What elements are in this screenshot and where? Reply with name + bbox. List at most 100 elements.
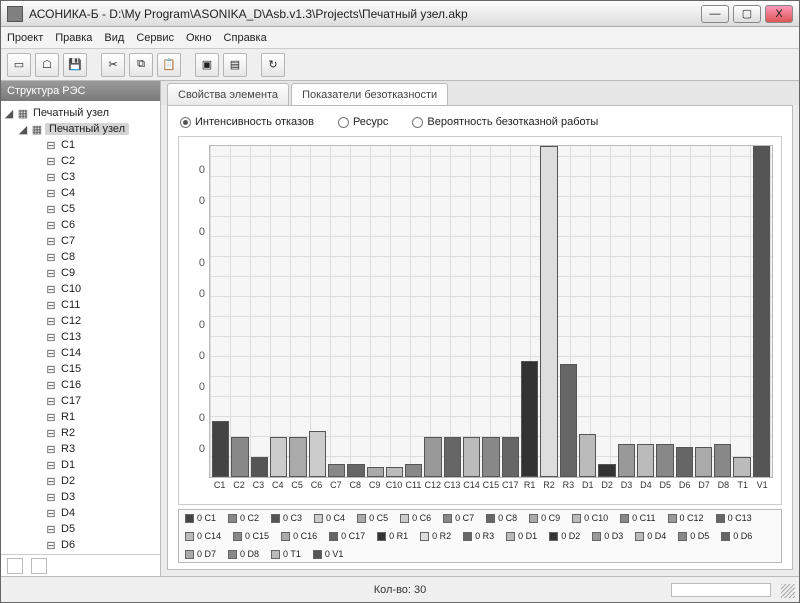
bar-C4[interactable] bbox=[270, 437, 287, 477]
bar-R2[interactable] bbox=[540, 146, 557, 477]
tab-properties[interactable]: Свойства элемента bbox=[167, 83, 289, 105]
tree-node-icon: ⊟ bbox=[43, 283, 59, 296]
tree-node[interactable]: ◢▦Печатный узел bbox=[3, 121, 158, 137]
bar-T1[interactable] bbox=[733, 457, 750, 477]
bar-D8[interactable] bbox=[714, 444, 731, 477]
resize-grip-icon[interactable] bbox=[781, 584, 795, 598]
bar-C10[interactable] bbox=[386, 467, 403, 477]
menu-service[interactable]: Сервис bbox=[136, 32, 174, 44]
tree-leaf-C13[interactable]: ⊟C13 bbox=[3, 329, 158, 345]
bar-C2[interactable] bbox=[231, 437, 248, 477]
bar-R3[interactable] bbox=[560, 364, 577, 477]
tree-label: R3 bbox=[59, 443, 75, 455]
tree-leaf-C11[interactable]: ⊟C11 bbox=[3, 297, 158, 313]
tree-leaf-C15[interactable]: ⊟C15 bbox=[3, 361, 158, 377]
tree-leaf-D6[interactable]: ⊟D6 bbox=[3, 537, 158, 553]
tree-leaf-C6[interactable]: ⊟C6 bbox=[3, 217, 158, 233]
view-a-icon[interactable]: ▣ bbox=[195, 53, 219, 77]
tree-leaf-D4[interactable]: ⊟D4 bbox=[3, 505, 158, 521]
tree-leaf-C3[interactable]: ⊟C3 bbox=[3, 169, 158, 185]
bar-D7[interactable] bbox=[695, 447, 712, 477]
bar-D1[interactable] bbox=[579, 434, 596, 477]
bar-R1[interactable] bbox=[521, 361, 538, 477]
tree-leaf-C8[interactable]: ⊟C8 bbox=[3, 249, 158, 265]
bar-D6[interactable] bbox=[676, 447, 693, 477]
bar-D4[interactable] bbox=[637, 444, 654, 477]
paste-icon[interactable]: 📋 bbox=[157, 53, 181, 77]
bar-C14[interactable] bbox=[463, 437, 480, 477]
tree-leaf-C16[interactable]: ⊟C16 bbox=[3, 377, 158, 393]
bar-C7[interactable] bbox=[328, 464, 345, 477]
tree-leaf-D3[interactable]: ⊟D3 bbox=[3, 489, 158, 505]
bar-C12[interactable] bbox=[424, 437, 441, 477]
bar-C9[interactable] bbox=[367, 467, 384, 477]
refresh-icon[interactable]: ↻ bbox=[261, 53, 285, 77]
tree-leaf-C1[interactable]: ⊟C1 bbox=[3, 137, 158, 153]
bar-C8[interactable] bbox=[347, 464, 364, 477]
y-axis: 0000000000 bbox=[179, 137, 209, 504]
menu-help[interactable]: Справка bbox=[224, 32, 267, 44]
tree-leaf-C14[interactable]: ⊟C14 bbox=[3, 345, 158, 361]
radio-probability[interactable]: Вероятность безотказной работы bbox=[412, 116, 598, 128]
view-b-icon[interactable]: ▤ bbox=[223, 53, 247, 77]
bar-C13[interactable] bbox=[444, 437, 461, 477]
new-icon[interactable]: ▭ bbox=[7, 53, 31, 77]
minimize-button[interactable]: — bbox=[701, 5, 729, 23]
close-button[interactable]: X bbox=[765, 5, 793, 23]
tree-leaf-R1[interactable]: ⊟R1 bbox=[3, 409, 158, 425]
tree-node-icon: ⊟ bbox=[43, 171, 59, 184]
bar-D2[interactable] bbox=[598, 464, 615, 477]
legend-swatch-icon bbox=[635, 532, 644, 541]
radio-intensity[interactable]: Интенсивность отказов bbox=[180, 116, 314, 128]
tree-leaf-R2[interactable]: ⊟R2 bbox=[3, 425, 158, 441]
tree-leaf-D5[interactable]: ⊟D5 bbox=[3, 521, 158, 537]
tree-leaf-C4[interactable]: ⊟C4 bbox=[3, 185, 158, 201]
legend-label: 0 T1 bbox=[283, 549, 301, 559]
footer-icon-a[interactable] bbox=[7, 558, 23, 574]
x-label: D7 bbox=[695, 480, 712, 500]
x-label: D3 bbox=[618, 480, 635, 500]
menu-edit[interactable]: Правка bbox=[55, 32, 92, 44]
menu-window[interactable]: Окно bbox=[186, 32, 212, 44]
tree-leaf-C5[interactable]: ⊟C5 bbox=[3, 201, 158, 217]
x-label: C10 bbox=[385, 480, 402, 500]
tree-leaf-C17[interactable]: ⊟C17 bbox=[3, 393, 158, 409]
tree-leaf-C12[interactable]: ⊟C12 bbox=[3, 313, 158, 329]
body: Структура РЭС ◢▦Печатный узел◢▦Печатный … bbox=[1, 81, 799, 576]
legend-swatch-icon bbox=[281, 532, 290, 541]
bar-C5[interactable] bbox=[289, 437, 306, 477]
footer-icon-b[interactable] bbox=[31, 558, 47, 574]
tree-leaf-R3[interactable]: ⊟R3 bbox=[3, 441, 158, 457]
save-icon[interactable]: 💾 bbox=[63, 53, 87, 77]
bar-C15[interactable] bbox=[482, 437, 499, 477]
tree-node-icon: ⊟ bbox=[43, 491, 59, 504]
tree-leaf-C10[interactable]: ⊟C10 bbox=[3, 281, 158, 297]
bar-C1[interactable] bbox=[212, 421, 229, 477]
tab-reliability[interactable]: Показатели безотказности bbox=[291, 83, 448, 105]
bar-D5[interactable] bbox=[656, 444, 673, 477]
tree-node-icon: ⊟ bbox=[43, 139, 59, 152]
titlebar[interactable]: АСОНИКА-Б - D:\My Program\ASONIKA_D\Asb.… bbox=[1, 1, 799, 27]
bar-C11[interactable] bbox=[405, 464, 422, 477]
bar-C3[interactable] bbox=[251, 457, 268, 477]
tree-leaf-D2[interactable]: ⊟D2 bbox=[3, 473, 158, 489]
tree-label: C16 bbox=[59, 379, 81, 391]
copy-icon[interactable]: ⧉ bbox=[129, 53, 153, 77]
tree-root[interactable]: ◢▦Печатный узел bbox=[3, 105, 158, 121]
menu-project[interactable]: Проект bbox=[7, 32, 43, 44]
tree-leaf-D1[interactable]: ⊟D1 bbox=[3, 457, 158, 473]
bar-D3[interactable] bbox=[618, 444, 635, 477]
menu-view[interactable]: Вид bbox=[104, 32, 124, 44]
cut-icon[interactable]: ✂ bbox=[101, 53, 125, 77]
maximize-button[interactable]: ▢ bbox=[733, 5, 761, 23]
tree-leaf-C7[interactable]: ⊟C7 bbox=[3, 233, 158, 249]
tree-leaf-C2[interactable]: ⊟C2 bbox=[3, 153, 158, 169]
open-icon[interactable]: ☖ bbox=[35, 53, 59, 77]
bar-V1[interactable] bbox=[753, 146, 770, 477]
legend-label: 0 C8 bbox=[498, 513, 517, 523]
tree[interactable]: ◢▦Печатный узел◢▦Печатный узел⊟C1⊟C2⊟C3⊟… bbox=[1, 101, 160, 554]
tree-leaf-C9[interactable]: ⊟C9 bbox=[3, 265, 158, 281]
bar-C6[interactable] bbox=[309, 431, 326, 477]
bar-C17[interactable] bbox=[502, 437, 519, 477]
radio-resource[interactable]: Ресурс bbox=[338, 116, 388, 128]
